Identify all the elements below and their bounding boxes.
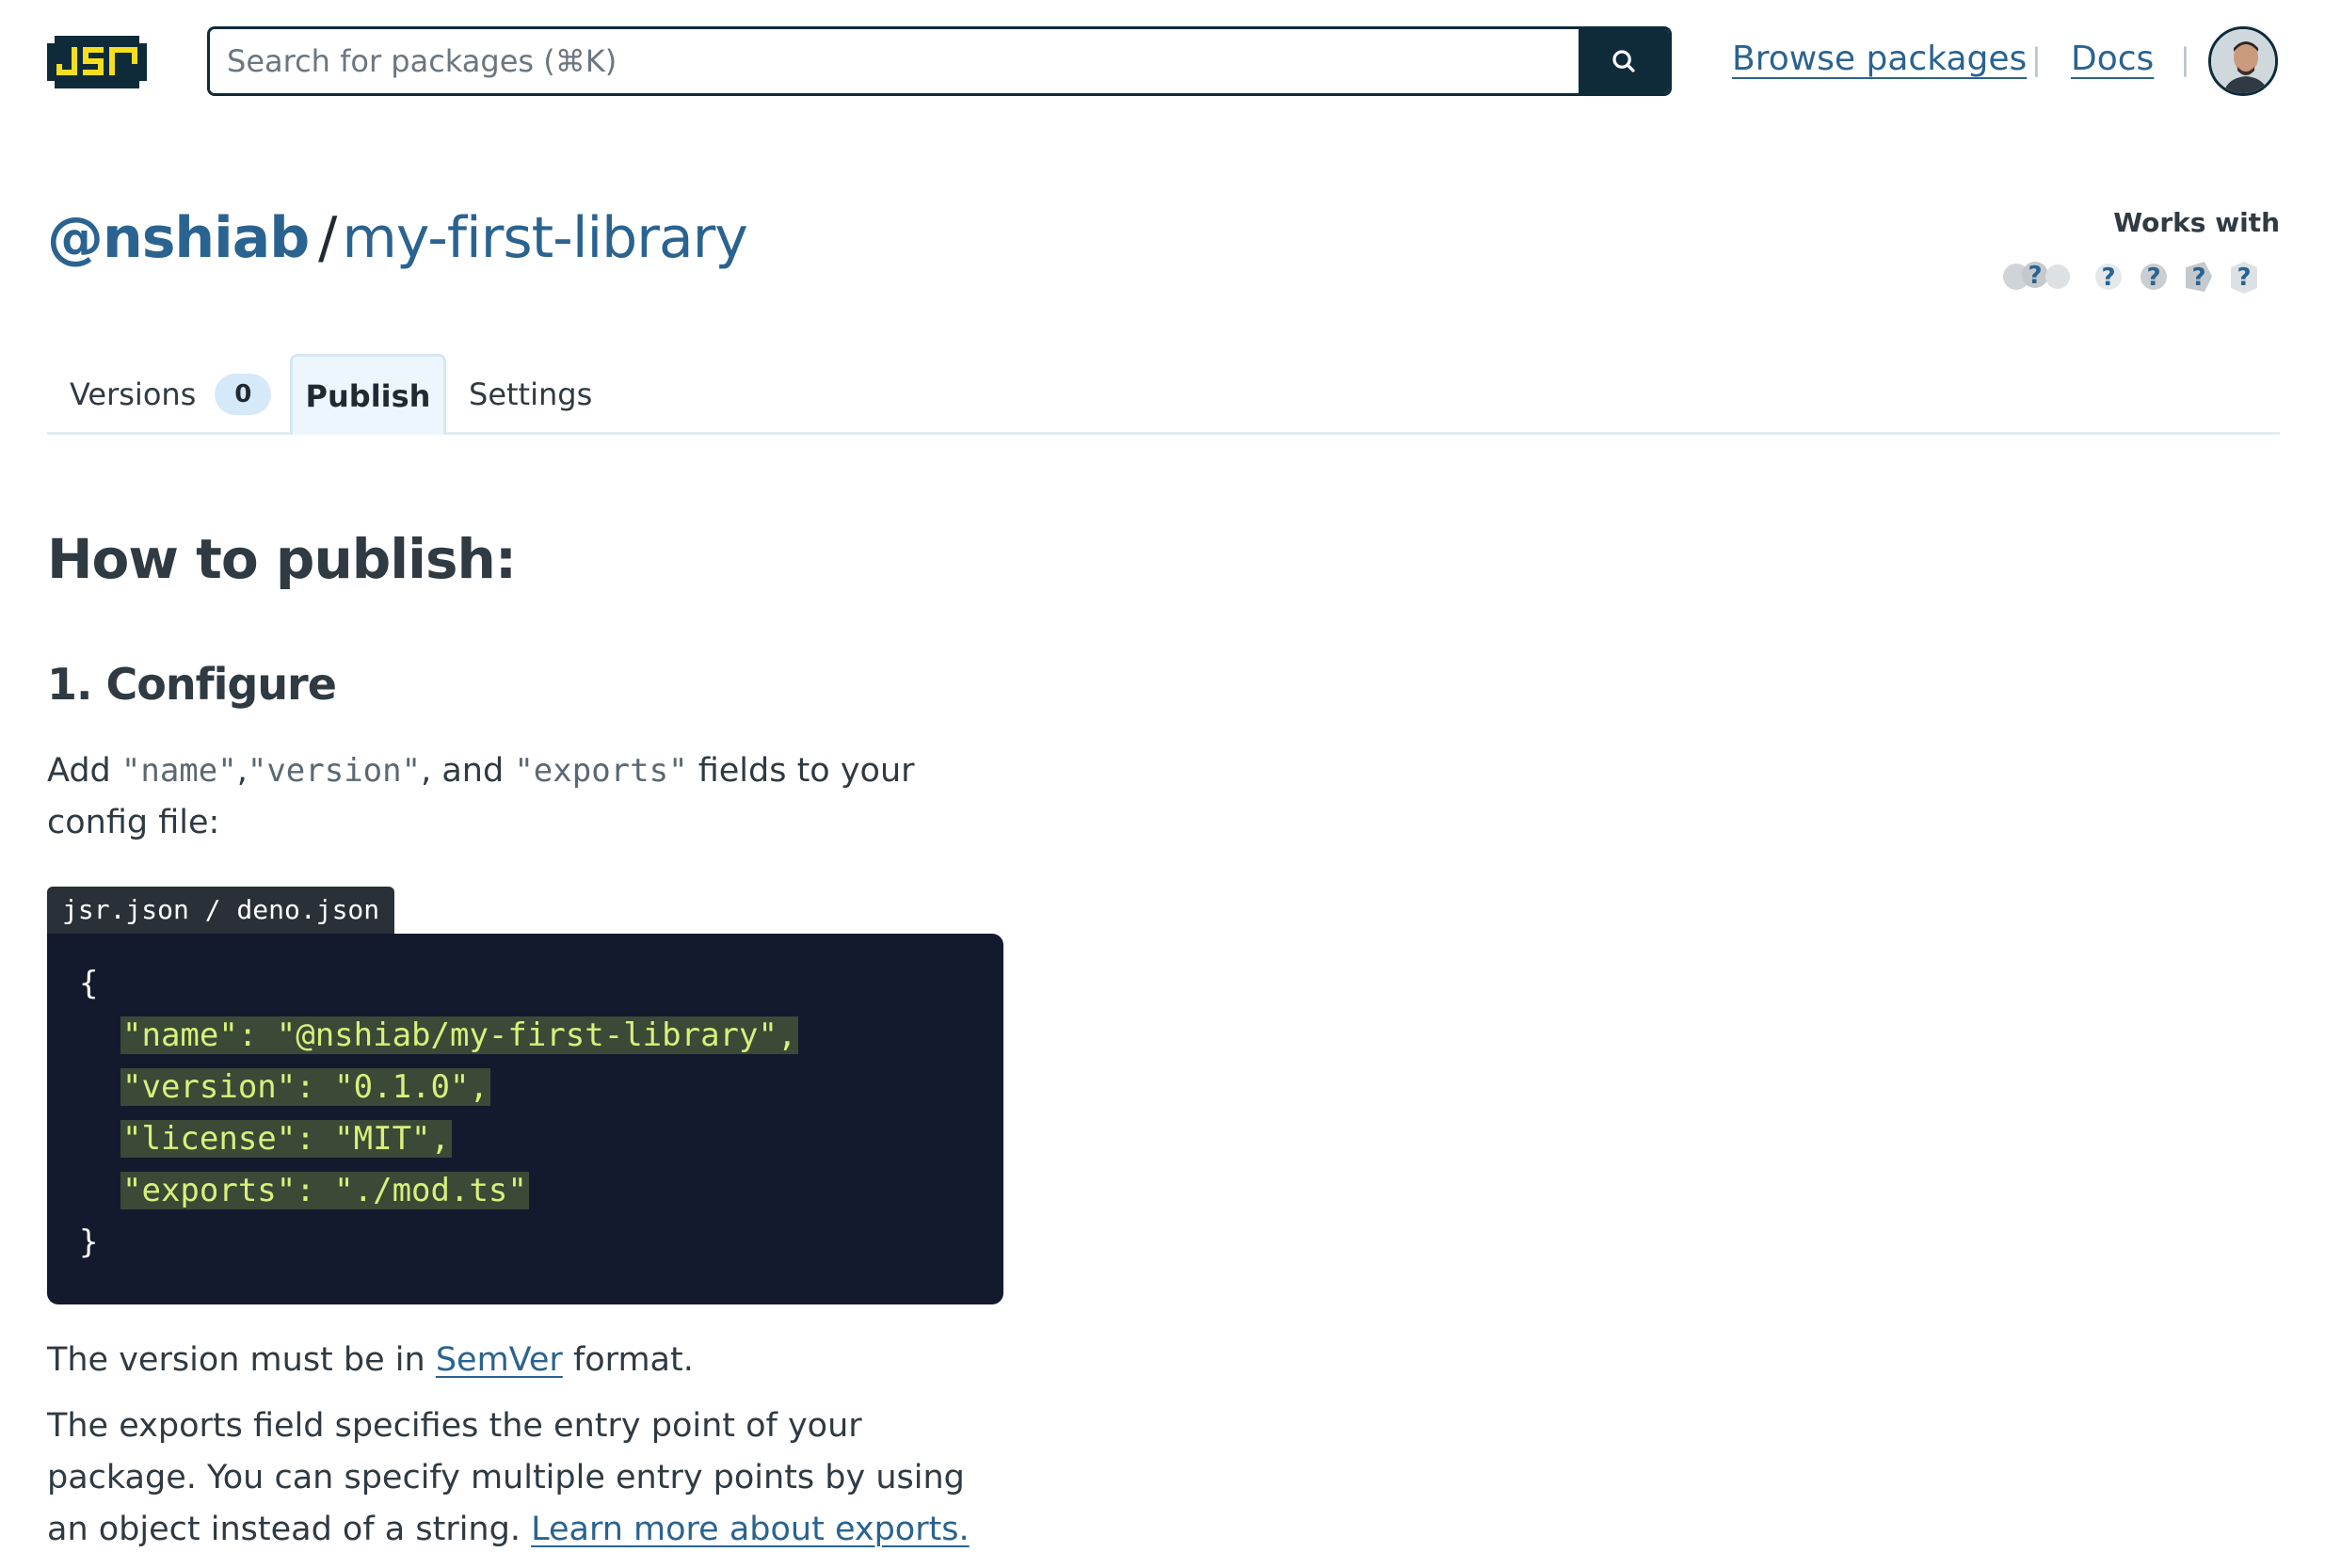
svg-text:?: ? <box>2191 264 2205 292</box>
code-line: "exports": "./mod.ts" <box>79 1165 971 1217</box>
avatar-image <box>2211 29 2275 93</box>
semver-link[interactable]: SemVer <box>436 1341 563 1379</box>
runtime-node-icon: ? <box>2095 264 2122 292</box>
svg-text:?: ? <box>2146 264 2160 292</box>
package-tabs: Versions 0 Publish Settings <box>47 354 2280 435</box>
code-line: "version": "0.1.0", <box>79 1062 971 1113</box>
tab-publish[interactable]: Publish <box>290 354 446 435</box>
tab-settings[interactable]: Settings <box>469 354 592 435</box>
search-icon <box>1612 50 1635 72</box>
runtime-deno-icon: ? <box>2003 262 2070 290</box>
browse-packages-link[interactable]: Browse packages <box>1732 40 2027 78</box>
tab-versions-label: Versions <box>70 376 197 412</box>
runtime-compat-icons: ? ? ? ? ? <box>2003 262 2257 294</box>
docs-link[interactable]: Docs <box>2071 40 2154 78</box>
text: , <box>236 752 248 790</box>
svg-text:?: ? <box>2028 262 2042 290</box>
versions-count-badge: 0 <box>215 374 272 415</box>
code-highlight: "version": "0.1.0", <box>120 1068 490 1106</box>
exports-note: The exports field specifies the entry po… <box>47 1400 1007 1556</box>
semver-note: The version must be in SemVer format. <box>47 1335 1007 1386</box>
code-line: { <box>79 965 99 1002</box>
text: Add <box>47 752 121 790</box>
runtime-bun-icon: ? <box>2186 262 2212 292</box>
configure-instructions: Add "name","version", and "exports" fiel… <box>47 745 1007 849</box>
package-name: my-first-library <box>342 205 747 271</box>
code-line: "name": "@nshiab/my-first-library", <box>79 1010 971 1062</box>
learn-more-exports-link[interactable]: Learn more about exports. <box>531 1511 970 1548</box>
search-button[interactable] <box>1579 29 1669 93</box>
tab-versions[interactable]: Versions 0 <box>70 354 272 435</box>
publish-heading: How to publish: <box>47 527 517 591</box>
jsr-logo[interactable] <box>47 36 147 88</box>
inline-code-name: "name" <box>120 752 237 790</box>
step-configure-heading: 1. Configure <box>47 659 337 710</box>
code-line: } <box>79 1224 99 1261</box>
svg-text:?: ? <box>2237 264 2251 292</box>
text: , and <box>421 752 515 790</box>
search-bar <box>207 26 1672 96</box>
search-input[interactable] <box>210 29 1579 93</box>
code-line: "license": "MIT", <box>79 1113 971 1165</box>
code-highlight: "exports": "./mod.ts" <box>120 1172 529 1209</box>
tab-publish-label: Publish <box>305 377 431 414</box>
nav-separator: | <box>2031 41 2042 77</box>
runtime-cloudflare-icon: ? <box>2141 264 2167 292</box>
text: The version must be in <box>47 1341 436 1379</box>
inline-code-version: "version" <box>247 752 422 790</box>
code-highlight: "name": "@nshiab/my-first-library", <box>120 1016 799 1054</box>
package-scope-link[interactable]: @nshiab <box>47 205 310 271</box>
tab-settings-label: Settings <box>469 376 593 412</box>
code-highlight: "license": "MIT", <box>120 1120 452 1158</box>
avatar[interactable] <box>2208 26 2278 96</box>
code-file-tab: jsr.json / deno.json <box>47 887 395 934</box>
works-with-label: Works with <box>2113 207 2280 238</box>
page-title: @nshiab / my-first-library <box>47 205 748 271</box>
runtime-browser-icon: ? <box>2231 262 2257 294</box>
inline-code-exports: "exports" <box>514 752 688 790</box>
nav-separator: | <box>2180 41 2190 77</box>
svg-text:?: ? <box>2101 264 2115 292</box>
config-code-block[interactable]: { "name": "@nshiab/my-first-library", "v… <box>47 934 1003 1304</box>
text: format. <box>562 1341 694 1379</box>
title-slash: / <box>318 205 337 271</box>
